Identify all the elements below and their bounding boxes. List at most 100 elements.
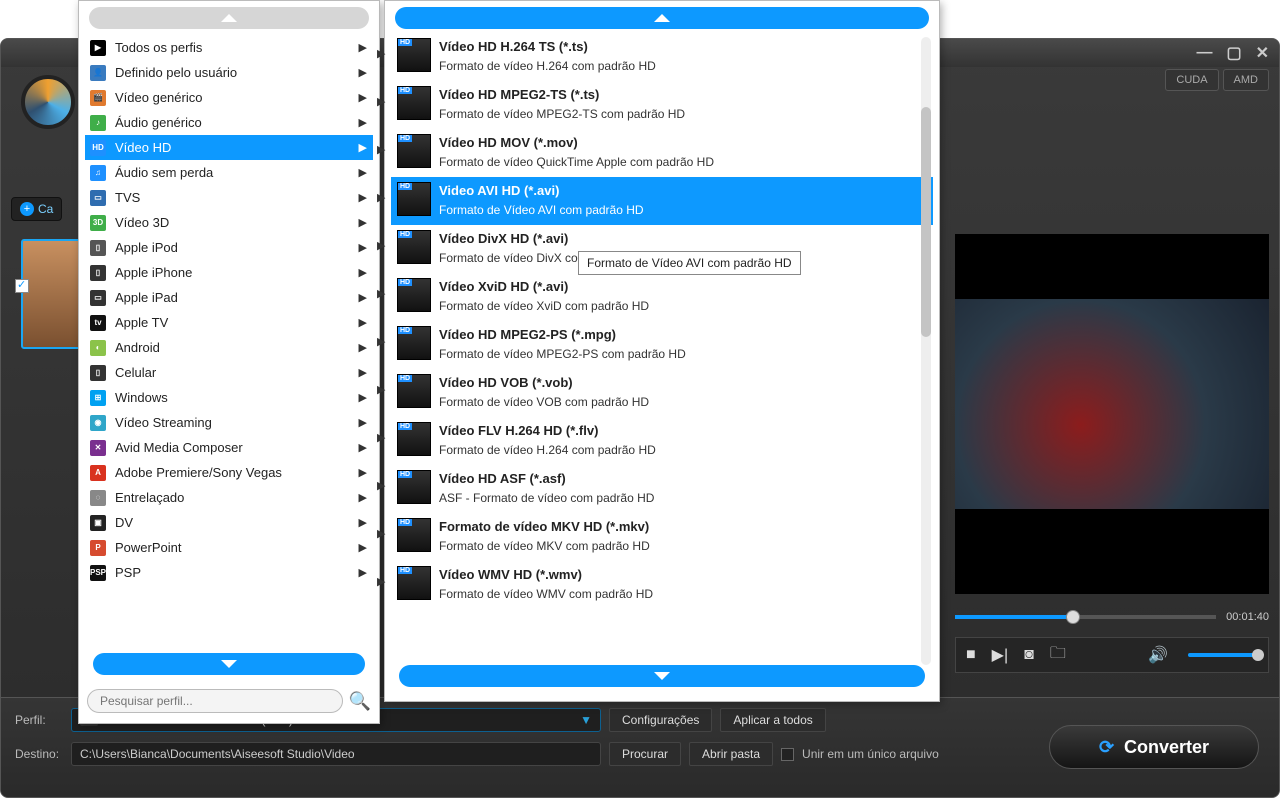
cuda-button[interactable]: CUDA	[1165, 69, 1218, 91]
format-item[interactable]: ▶Vídeo HD H.264 TS (*.ts)Formato de víde…	[391, 33, 933, 81]
chevron-right-icon: ▶	[359, 391, 367, 404]
category-icon: 👤	[89, 64, 107, 82]
merge-checkbox[interactable]	[781, 748, 794, 761]
next-button[interactable]: ▶|	[992, 645, 1008, 665]
format-item[interactable]: ▶Video AVI HD (*.avi)Formato de Vídeo AV…	[391, 177, 933, 225]
format-icon	[397, 374, 431, 408]
apply-all-button[interactable]: Aplicar a todos	[720, 708, 825, 732]
format-desc: Formato de vídeo H.264 com padrão HD	[439, 441, 656, 459]
category-item[interactable]: ▣DV▶	[85, 510, 373, 535]
format-icon	[397, 566, 431, 600]
category-icon: ♪	[89, 114, 107, 132]
open-folder-button[interactable]: Abrir pasta	[689, 742, 773, 766]
format-list: ▶Vídeo HD H.264 TS (*.ts)Formato de víde…	[391, 33, 933, 609]
scrollbar[interactable]	[921, 37, 931, 665]
format-desc: Formato de vídeo MKV com padrão HD	[439, 537, 650, 555]
maximize-button[interactable]: ▢	[1226, 43, 1241, 63]
category-item[interactable]: ◌Entrelaçado▶	[85, 485, 373, 510]
format-panel: ▶Vídeo HD H.264 TS (*.ts)Formato de víde…	[384, 0, 940, 702]
file-checkbox[interactable]	[15, 279, 29, 293]
chevron-right-icon: ▶	[359, 141, 367, 154]
tooltip: Formato de Vídeo AVI com padrão HD	[578, 251, 801, 275]
chevron-right-icon: ▶	[359, 66, 367, 79]
format-item[interactable]: ▶Vídeo HD MOV (*.mov)Formato de vídeo Qu…	[391, 129, 933, 177]
category-item[interactable]: AAdobe Premiere/Sony Vegas▶	[85, 460, 373, 485]
category-item[interactable]: ◉Vídeo Streaming▶	[85, 410, 373, 435]
format-item[interactable]: ▶Vídeo HD MPEG2-TS (*.ts)Formato de víde…	[391, 81, 933, 129]
category-item[interactable]: ◐Android▶	[85, 335, 373, 360]
category-label: Adobe Premiere/Sony Vegas	[115, 465, 282, 480]
dest-label: Destino:	[15, 747, 63, 761]
scroll-down-button[interactable]	[93, 653, 365, 675]
timeline-handle[interactable]	[1066, 610, 1080, 624]
category-item[interactable]: PPowerPoint▶	[85, 535, 373, 560]
category-icon: ▯	[89, 239, 107, 257]
volume-handle[interactable]	[1252, 649, 1264, 661]
format-title: Vídeo HD MPEG2-PS (*.mpg)	[439, 325, 686, 345]
category-item[interactable]: 👤 Definido pelo usuário ▶	[85, 60, 373, 85]
scroll-up-button[interactable]	[89, 7, 369, 29]
amd-button[interactable]: AMD	[1223, 69, 1269, 91]
format-title: Vídeo WMV HD (*.wmv)	[439, 565, 653, 585]
format-title: Formato de vídeo MKV HD (*.mkv)	[439, 517, 650, 537]
category-item[interactable]: ▯Apple iPod▶	[85, 235, 373, 260]
format-item[interactable]: ▶Vídeo XviD HD (*.avi)Formato de vídeo X…	[391, 273, 933, 321]
format-desc: Formato de vídeo QuickTime Apple com pad…	[439, 153, 714, 171]
browse-button[interactable]: Procurar	[609, 742, 681, 766]
category-label: Definido pelo usuário	[115, 65, 237, 80]
category-item[interactable]: 🎬Vídeo genérico▶	[85, 85, 373, 110]
category-item[interactable]: ▶Todos os perfis▶	[85, 35, 373, 60]
format-item[interactable]: ▶Vídeo HD VOB (*.vob)Formato de vídeo VO…	[391, 369, 933, 417]
category-item[interactable]: PSPPSP▶	[85, 560, 373, 585]
settings-button[interactable]: Configurações	[609, 708, 712, 732]
category-item[interactable]: HDVídeo HD▶	[85, 135, 373, 160]
category-item[interactable]: ⊞Windows▶	[85, 385, 373, 410]
convert-label: Converter	[1124, 737, 1209, 758]
category-label: Vídeo HD	[115, 140, 171, 155]
category-label: Celular	[115, 365, 156, 380]
add-file-button[interactable]: Ca	[11, 197, 62, 221]
scroll-up-button[interactable]	[395, 7, 929, 29]
category-icon: PSP	[89, 564, 107, 582]
snapshot-button[interactable]: ◙	[1024, 646, 1034, 664]
format-item[interactable]: ▶Vídeo WMV HD (*.wmv)Formato de vídeo WM…	[391, 561, 933, 609]
search-icon[interactable]: 🔍	[349, 691, 371, 712]
category-item[interactable]: ♫Áudio sem perda▶	[85, 160, 373, 185]
category-item[interactable]: ▭Apple iPad▶	[85, 285, 373, 310]
chevron-right-icon: ▶	[359, 266, 367, 279]
minimize-button[interactable]: —	[1196, 44, 1212, 62]
category-item[interactable]: ♪Áudio genérico▶	[85, 110, 373, 135]
convert-button[interactable]: ⟳ Converter	[1049, 725, 1259, 769]
category-label: Apple iPad	[115, 290, 178, 305]
stop-button[interactable]: ■	[966, 646, 976, 664]
category-item[interactable]: ▯Apple iPhone▶	[85, 260, 373, 285]
category-icon: ▯	[89, 364, 107, 382]
chevron-right-icon: ▶	[377, 287, 385, 300]
category-item[interactable]: tvApple TV▶	[85, 310, 373, 335]
timeline-track[interactable]	[955, 615, 1216, 619]
format-item[interactable]: ▶Vídeo HD MPEG2-PS (*.mpg)Formato de víd…	[391, 321, 933, 369]
category-label: PowerPoint	[115, 540, 181, 555]
volume-icon[interactable]: 🔊	[1148, 645, 1168, 665]
category-icon: 🎬	[89, 89, 107, 107]
timeline[interactable]: 00:01:40	[955, 607, 1269, 627]
dest-path-field[interactable]: C:\Users\Bianca\Documents\Aiseesoft Stud…	[71, 742, 601, 766]
category-item[interactable]: ✕Avid Media Composer▶	[85, 435, 373, 460]
format-item[interactable]: ▶Vídeo FLV H.264 HD (*.flv)Formato de ví…	[391, 417, 933, 465]
volume-slider[interactable]	[1188, 653, 1258, 657]
category-icon: P	[89, 539, 107, 557]
chevron-right-icon: ▶	[359, 566, 367, 579]
chevron-right-icon: ▶	[359, 216, 367, 229]
open-folder-button[interactable]: 🗀	[1050, 642, 1066, 669]
close-button[interactable]: ✕	[1256, 43, 1269, 63]
category-item[interactable]: ▯Celular▶	[85, 360, 373, 385]
search-input[interactable]	[87, 689, 343, 713]
scroll-down-button[interactable]	[399, 665, 925, 687]
category-item[interactable]: 3DVídeo 3D▶	[85, 210, 373, 235]
format-icon	[397, 230, 431, 264]
scrollbar-thumb[interactable]	[921, 107, 931, 337]
category-icon: ▶	[89, 39, 107, 57]
format-item[interactable]: ▶Vídeo HD ASF (*.asf)ASF - Formato de ví…	[391, 465, 933, 513]
format-item[interactable]: ▶Formato de vídeo MKV HD (*.mkv)Formato …	[391, 513, 933, 561]
category-item[interactable]: ▭TVS▶	[85, 185, 373, 210]
